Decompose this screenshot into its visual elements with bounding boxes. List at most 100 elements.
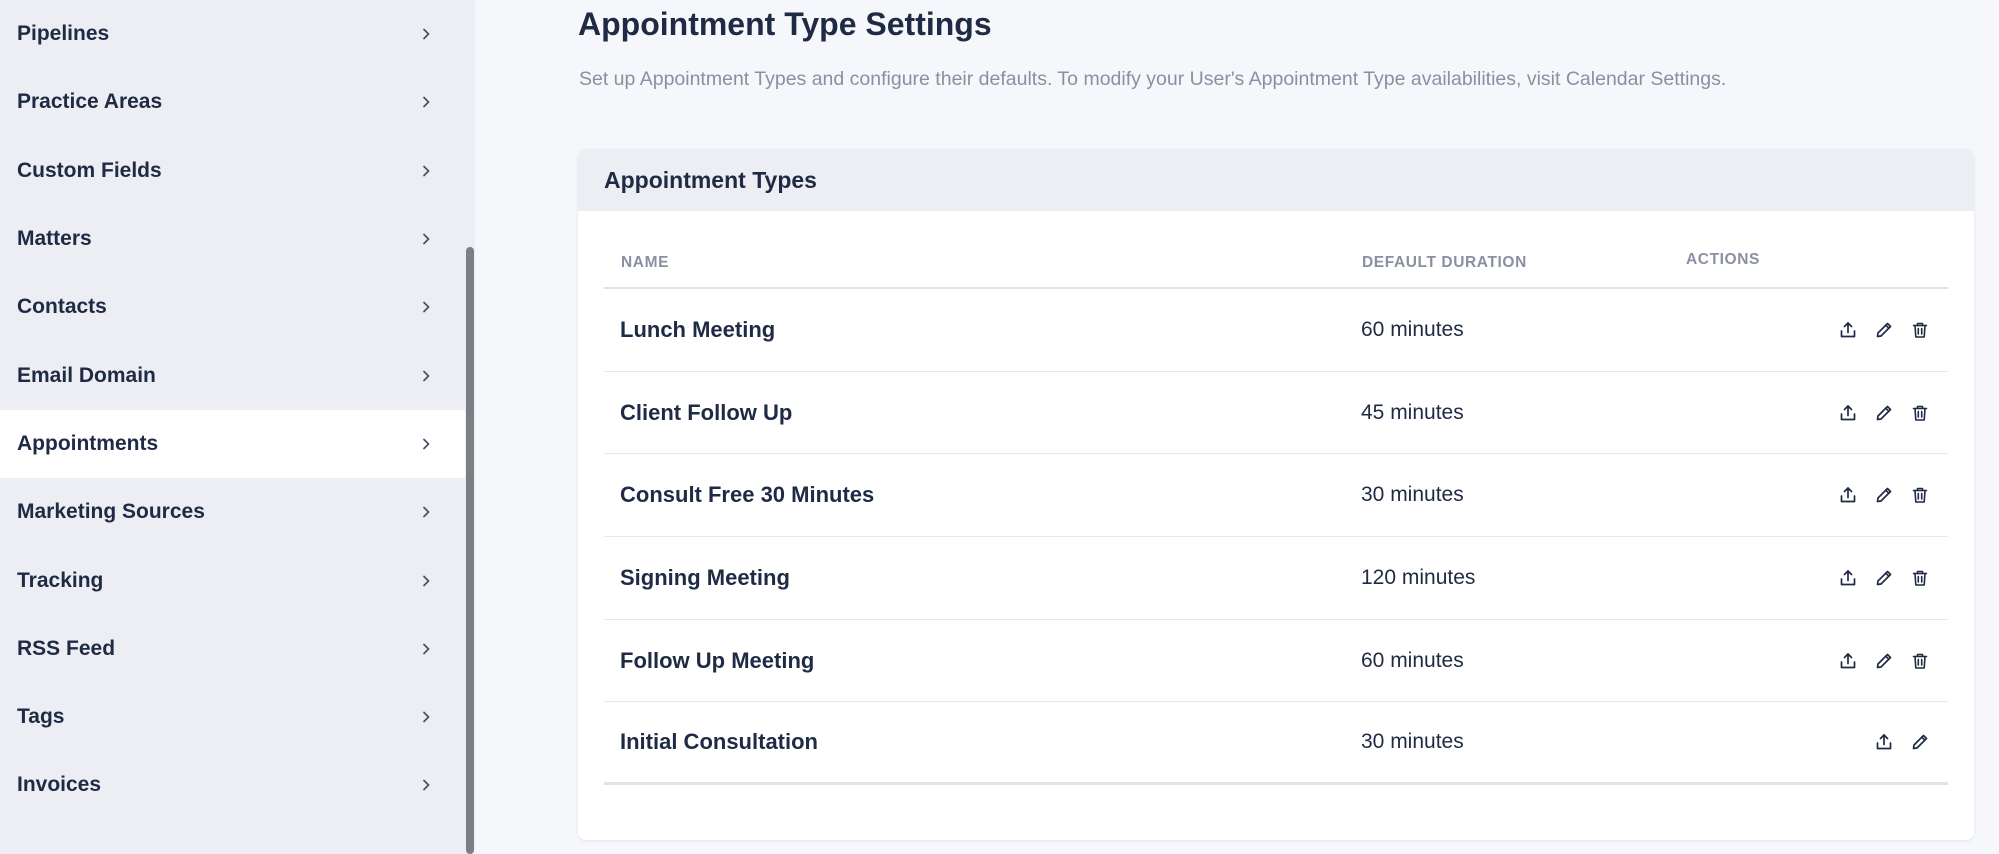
sidebar-item-pipelines[interactable]: Pipelines xyxy=(0,0,465,68)
chevron-right-icon xyxy=(417,708,435,726)
edit-icon xyxy=(1910,732,1930,752)
table-row: Follow Up Meeting 60 minutes xyxy=(604,620,1948,703)
edit-button[interactable] xyxy=(1872,649,1896,673)
appointment-type-name: Lunch Meeting xyxy=(620,316,776,342)
page-title: Appointment Type Settings xyxy=(578,6,992,42)
appointment-type-duration: 30 minutes xyxy=(1361,483,1464,507)
column-header-default-duration[interactable]: Default Duration xyxy=(1362,254,1527,272)
edit-button[interactable] xyxy=(1872,483,1896,507)
appointment-type-name: Initial Consultation xyxy=(620,729,818,755)
main-content: Appointment Type Settings Set up Appoint… xyxy=(475,0,1999,854)
edit-icon xyxy=(1874,568,1894,588)
sidebar-item-practice-areas[interactable]: Practice Areas xyxy=(0,68,465,136)
table-row: Consult Free 30 Minutes 30 minutes xyxy=(604,454,1948,538)
sidebar-item-label: RSS Feed xyxy=(17,636,116,660)
edit-button[interactable] xyxy=(1872,318,1896,342)
delete-button[interactable] xyxy=(1908,401,1932,425)
sidebar-item-marketing-sources[interactable]: Marketing Sources xyxy=(0,478,465,546)
chevron-right-icon xyxy=(417,640,435,658)
chevron-right-icon xyxy=(417,93,435,111)
edit-button[interactable] xyxy=(1872,566,1896,590)
edit-icon xyxy=(1874,485,1894,505)
chevron-right-icon xyxy=(417,298,435,316)
sidebar-item-label: Invoices xyxy=(17,773,102,797)
delete-button[interactable] xyxy=(1908,566,1932,590)
chevron-right-icon xyxy=(417,435,435,453)
column-header-name[interactable]: Name xyxy=(621,254,669,272)
sidebar-item-appointments[interactable]: Appointments xyxy=(0,409,465,479)
row-actions xyxy=(1872,730,1932,754)
upload-button[interactable] xyxy=(1836,401,1860,425)
appointment-type-duration: 30 minutes xyxy=(1361,730,1464,754)
chevron-right-icon xyxy=(417,230,435,248)
sidebar-item-custom-fields[interactable]: Custom Fields xyxy=(0,137,465,205)
table-row: Signing Meeting 120 minutes xyxy=(604,537,1948,620)
sidebar-item-tags[interactable]: Tags xyxy=(0,683,465,751)
appointment-types-card: Appointment Types Name Default Duration … xyxy=(578,149,1974,840)
sidebar-item-label: Matters xyxy=(17,227,92,251)
appointment-type-duration: 60 minutes xyxy=(1361,317,1464,341)
upload-button[interactable] xyxy=(1836,649,1860,673)
table-row: Lunch Meeting 60 minutes xyxy=(604,289,1948,372)
row-actions xyxy=(1836,401,1932,425)
edit-button[interactable] xyxy=(1872,401,1896,425)
upload-button[interactable] xyxy=(1836,483,1860,507)
trash-icon xyxy=(1910,568,1930,588)
appointment-type-duration: 60 minutes xyxy=(1361,648,1464,672)
delete-button[interactable] xyxy=(1908,649,1932,673)
upload-button[interactable] xyxy=(1836,318,1860,342)
sidebar-item-label: Email Domain xyxy=(17,363,156,387)
appointment-type-duration: 120 minutes xyxy=(1361,565,1476,589)
sidebar-item-label: Appointments xyxy=(17,431,159,455)
appointment-type-name: Signing Meeting xyxy=(620,564,790,590)
edit-icon xyxy=(1874,320,1894,340)
sidebar-item-email-domain[interactable]: Email Domain xyxy=(0,341,465,409)
delete-button[interactable] xyxy=(1908,318,1932,342)
sidebar-item-rss-feed[interactable]: RSS Feed xyxy=(0,615,465,683)
upload-icon xyxy=(1874,732,1894,752)
trash-icon xyxy=(1910,403,1930,423)
table-row: Client Follow Up 45 minutes xyxy=(604,372,1948,455)
upload-button[interactable] xyxy=(1836,566,1860,590)
column-header-actions: Actions xyxy=(1686,251,1760,268)
sidebar-item-label: Tags xyxy=(17,705,65,729)
edit-button[interactable] xyxy=(1908,730,1932,754)
page-subtitle: Set up Appointment Types and configure t… xyxy=(579,68,1727,90)
trash-icon xyxy=(1910,485,1930,505)
upload-button[interactable] xyxy=(1872,730,1896,754)
sidebar-item-tracking[interactable]: Tracking xyxy=(0,546,465,614)
upload-icon xyxy=(1838,651,1858,671)
table-row: Initial Consultation 30 minutes xyxy=(604,702,1948,786)
card-header: Appointment Types xyxy=(578,149,1974,211)
sidebar-item-label: Custom Fields xyxy=(17,158,162,182)
sidebar-item-label: Pipelines xyxy=(17,22,110,46)
chevron-right-icon xyxy=(417,162,435,180)
card-title: Appointment Types xyxy=(604,166,817,193)
appointment-type-name: Follow Up Meeting xyxy=(620,647,815,673)
row-actions xyxy=(1836,318,1932,342)
chevron-right-icon xyxy=(417,776,435,794)
upload-icon xyxy=(1838,568,1858,588)
appointment-types-table: Name Default Duration Actions Lunch Meet… xyxy=(604,211,1948,786)
edit-icon xyxy=(1874,403,1894,423)
row-actions xyxy=(1836,649,1932,673)
sidebar-item-label: Contacts xyxy=(17,295,107,319)
sidebar-item-contacts[interactable]: Contacts xyxy=(0,273,465,341)
delete-button[interactable] xyxy=(1908,483,1932,507)
sidebar-item-label: Practice Areas xyxy=(17,90,163,114)
trash-icon xyxy=(1910,320,1930,340)
sidebar-scrollbar-thumb[interactable] xyxy=(466,247,474,854)
appointment-type-name: Consult Free 30 Minutes xyxy=(620,482,875,508)
chevron-right-icon xyxy=(417,25,435,43)
sidebar-item-matters[interactable]: Matters xyxy=(0,205,465,273)
upload-icon xyxy=(1838,320,1858,340)
upload-icon xyxy=(1838,403,1858,423)
sidebar-item-label: Tracking xyxy=(17,568,104,592)
row-actions xyxy=(1836,566,1932,590)
settings-sidebar: Pipelines Practice Areas Custom Fields Matt… xyxy=(0,0,475,854)
sidebar-nav: Pipelines Practice Areas Custom Fields Matt… xyxy=(0,0,475,820)
chevron-right-icon xyxy=(417,503,435,521)
sidebar-item-invoices[interactable]: Invoices xyxy=(0,751,465,819)
trash-icon xyxy=(1910,651,1930,671)
upload-icon xyxy=(1838,485,1858,505)
